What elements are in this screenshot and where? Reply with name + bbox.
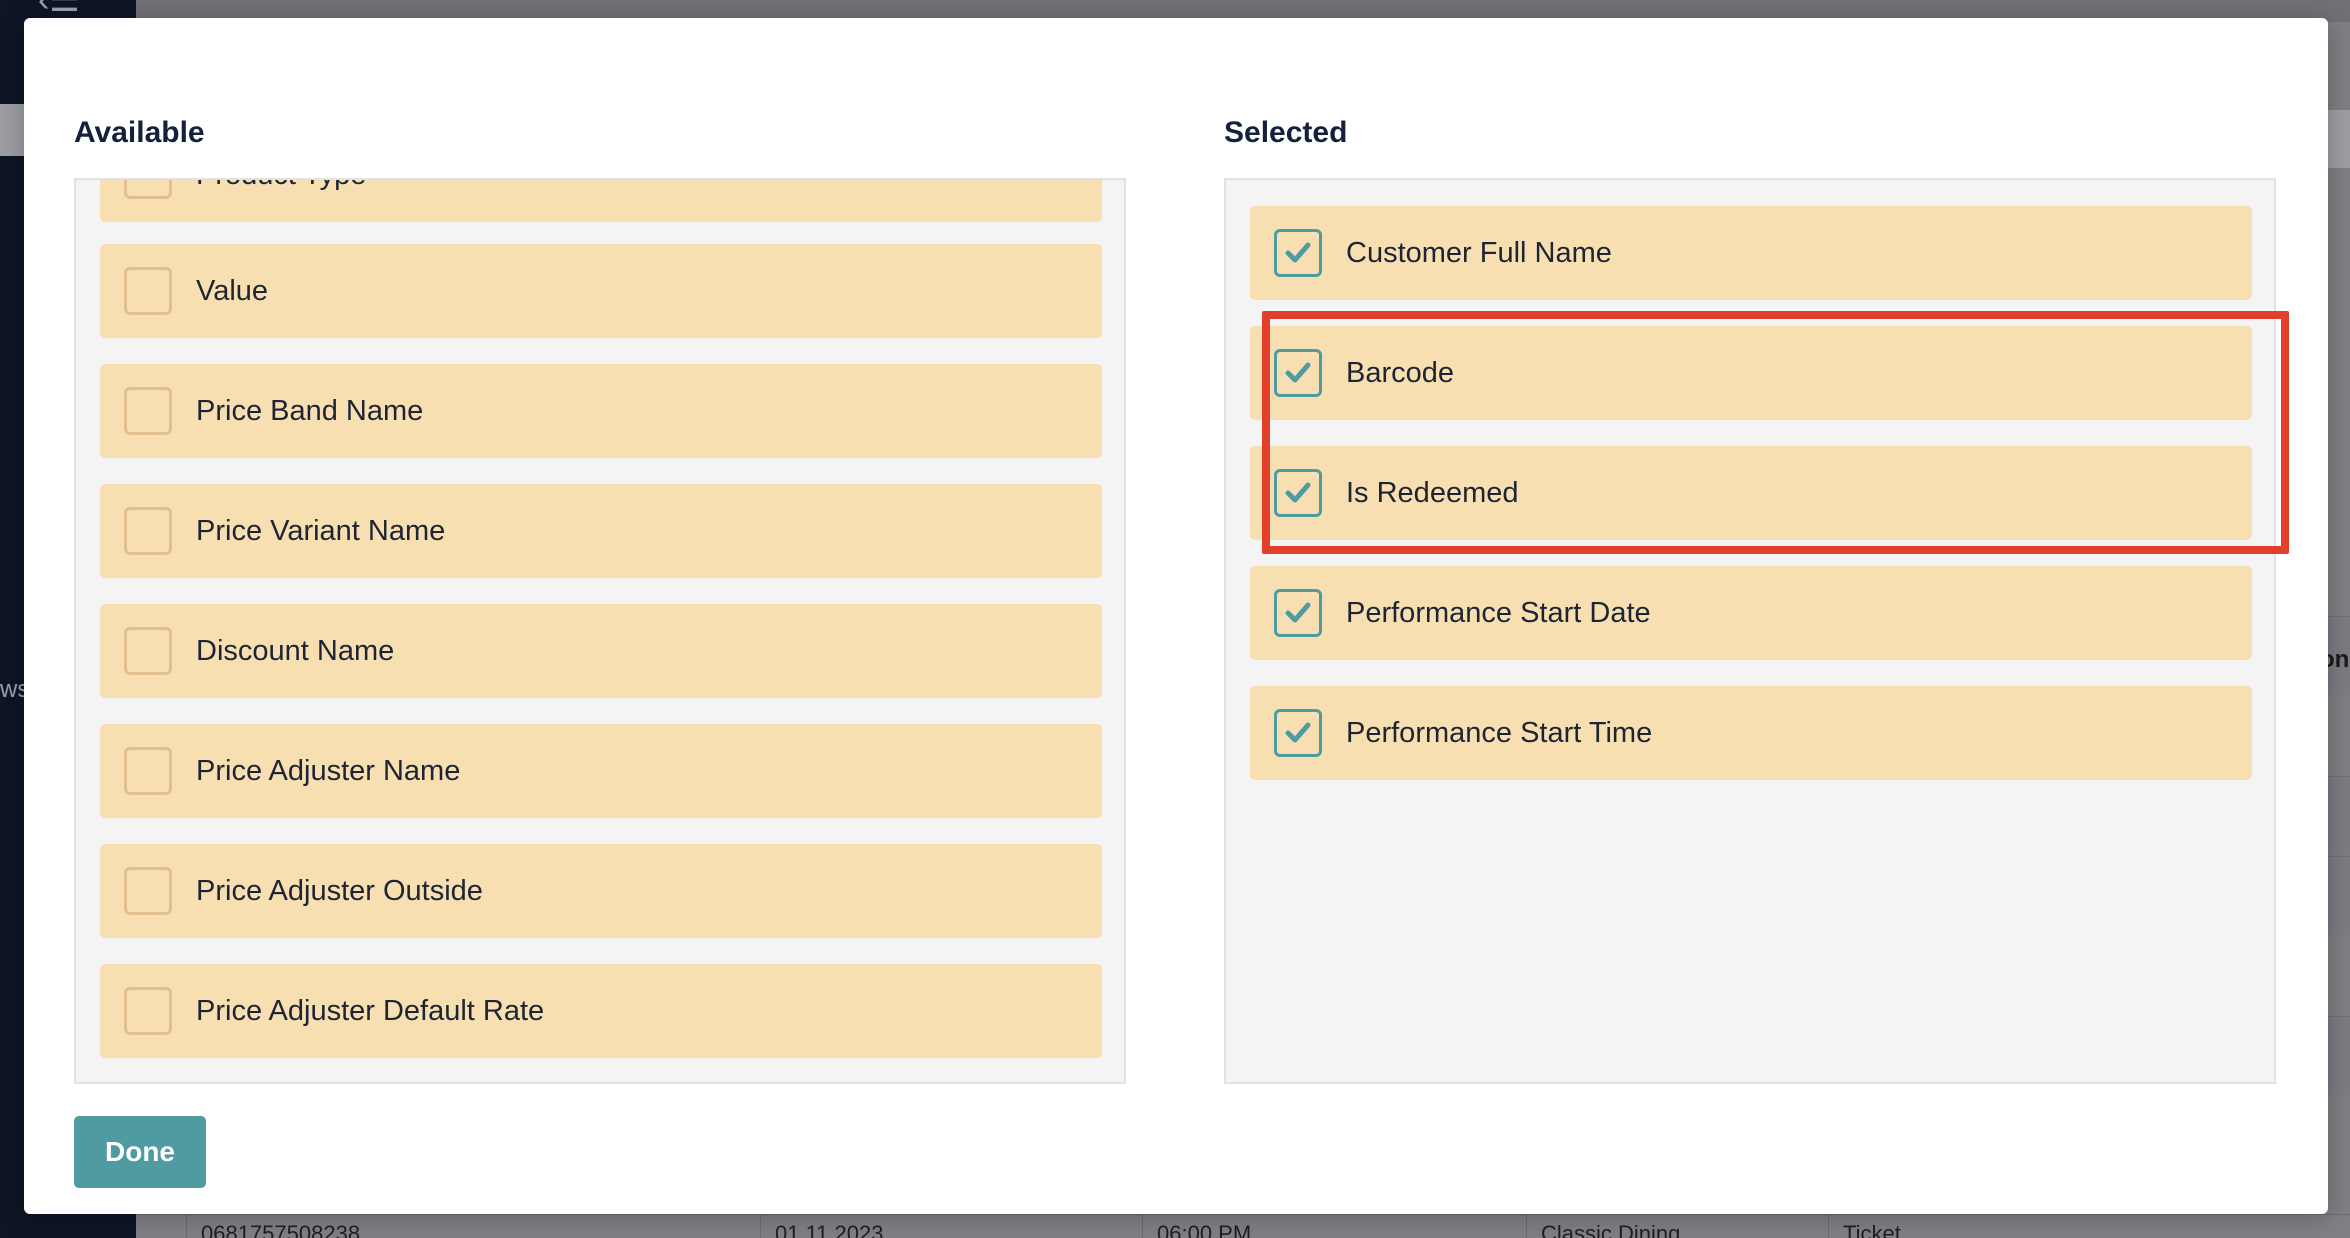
item-label: Price Adjuster Name [196, 755, 461, 787]
checkmark-icon [1285, 482, 1311, 503]
item-label: Product Type [196, 180, 366, 222]
list-item-discount-name[interactable]: Discount Name [100, 604, 1102, 698]
list-item-customer-full-name[interactable]: Customer Full Name [1250, 206, 2252, 300]
checkmark-icon [1285, 242, 1311, 263]
checkmark-icon [1285, 602, 1311, 623]
list-item-price-adjuster-default-rate[interactable]: Price Adjuster Default Rate [100, 964, 1102, 1058]
done-button[interactable]: Done [74, 1116, 206, 1188]
checkbox[interactable] [124, 867, 172, 915]
item-label: Is Redeemed [1346, 477, 1519, 509]
item-label: Price Adjuster Outside [196, 875, 483, 907]
table-row [2328, 1016, 2350, 1095]
item-label: Price Adjuster Default Rate [196, 995, 545, 1027]
list-item-value[interactable]: Value [100, 244, 1102, 338]
checkbox-checked[interactable] [1274, 469, 1322, 517]
list-item-price-adjuster-outside[interactable]: Price Adjuster Outside [100, 844, 1102, 938]
list-item-performance-start-time[interactable]: Performance Start Time [1250, 686, 2252, 780]
background-toolbar-right [2328, 110, 2350, 168]
column-chooser-dialog: Available Selected Product Type Value Pr… [24, 18, 2328, 1214]
selected-list[interactable]: Customer Full Name Barcode Is Redeemed P… [1224, 178, 2276, 1084]
checkbox[interactable] [124, 507, 172, 555]
item-label: Performance Start Date [1346, 597, 1651, 629]
item-label: Discount Name [196, 635, 395, 667]
item-label: Customer Full Name [1346, 237, 1612, 269]
menu-icon[interactable]: ‹☰ [38, 0, 90, 17]
checkbox[interactable] [124, 987, 172, 1035]
table-cell-barcode: 0681757508238 [186, 1214, 418, 1238]
list-item-price-adjuster-name[interactable]: Price Adjuster Name [100, 724, 1102, 818]
checkbox[interactable] [124, 267, 172, 315]
checkbox-checked[interactable] [1274, 589, 1322, 637]
table-cell-product: Classic Dining [1526, 1214, 1828, 1238]
checkmark-icon [1285, 722, 1311, 743]
list-item-product-type[interactable]: Product Type [100, 180, 1102, 222]
list-item-price-band-name[interactable]: Price Band Name [100, 364, 1102, 458]
checkmark-icon [1285, 362, 1311, 383]
item-label: Performance Start Time [1346, 717, 1653, 749]
checkbox[interactable] [124, 387, 172, 435]
list-item-is-redeemed[interactable]: Is Redeemed [1250, 446, 2252, 540]
table-cell-date: 01.11.2023 [760, 1214, 1142, 1238]
checkbox[interactable] [124, 627, 172, 675]
item-label: Barcode [1346, 357, 1455, 389]
table-row [2328, 856, 2350, 935]
checkbox[interactable] [124, 747, 172, 795]
list-item-barcode[interactable]: Barcode [1250, 326, 2252, 420]
available-list[interactable]: Product Type Value Price Band Name Price… [74, 178, 1126, 1084]
checkbox-checked[interactable] [1274, 709, 1322, 757]
background-toolbar-left [0, 104, 24, 156]
item-label: Price Band Name [196, 395, 424, 427]
item-label: Price Variant Name [196, 515, 446, 547]
table-cell-type: Ticket [1828, 1214, 2160, 1238]
checkbox-checked[interactable] [1274, 229, 1322, 277]
checkbox-checked[interactable] [1274, 349, 1322, 397]
table-cell-time: 06:00 PM [1142, 1214, 1526, 1238]
checkbox[interactable] [124, 180, 172, 199]
table-row [2328, 776, 2350, 855]
selected-title: Selected [1224, 116, 1348, 149]
list-item-performance-start-date[interactable]: Performance Start Date [1250, 566, 2252, 660]
available-title: Available [74, 116, 205, 149]
list-item-price-variant-name[interactable]: Price Variant Name [100, 484, 1102, 578]
item-label: Value [196, 275, 269, 307]
